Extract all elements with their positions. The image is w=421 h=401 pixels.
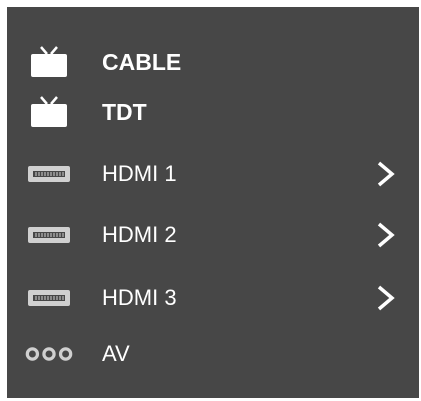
tv-icon [25,37,73,87]
source-item-cable[interactable]: CABLE [7,37,419,87]
source-label: HDMI 3 [102,285,177,310]
input-source-menu: CABLE TDT HDMI 1 HDMI 2 HDMI 3 AV [7,7,419,398]
hdmi-port-icon [25,273,73,323]
source-item-hdmi-1[interactable]: HDMI 1 [7,149,419,199]
source-item-hdmi-2[interactable]: HDMI 2 [7,210,419,260]
source-label: HDMI 2 [102,222,177,247]
source-label: CABLE [102,49,182,75]
source-label: TDT [102,99,147,125]
chevron-right-icon[interactable] [371,149,401,199]
source-label: HDMI 1 [102,161,177,186]
tv-icon [25,87,73,137]
source-item-hdmi-3[interactable]: HDMI 3 [7,273,419,323]
source-item-av[interactable]: AV [7,329,419,379]
av-ports-icon [25,329,73,379]
chevron-right-icon[interactable] [371,210,401,260]
chevron-right-icon[interactable] [371,273,401,323]
hdmi-port-icon [25,210,73,260]
source-label: AV [102,341,130,366]
source-item-tdt[interactable]: TDT [7,87,419,137]
hdmi-port-icon [25,149,73,199]
